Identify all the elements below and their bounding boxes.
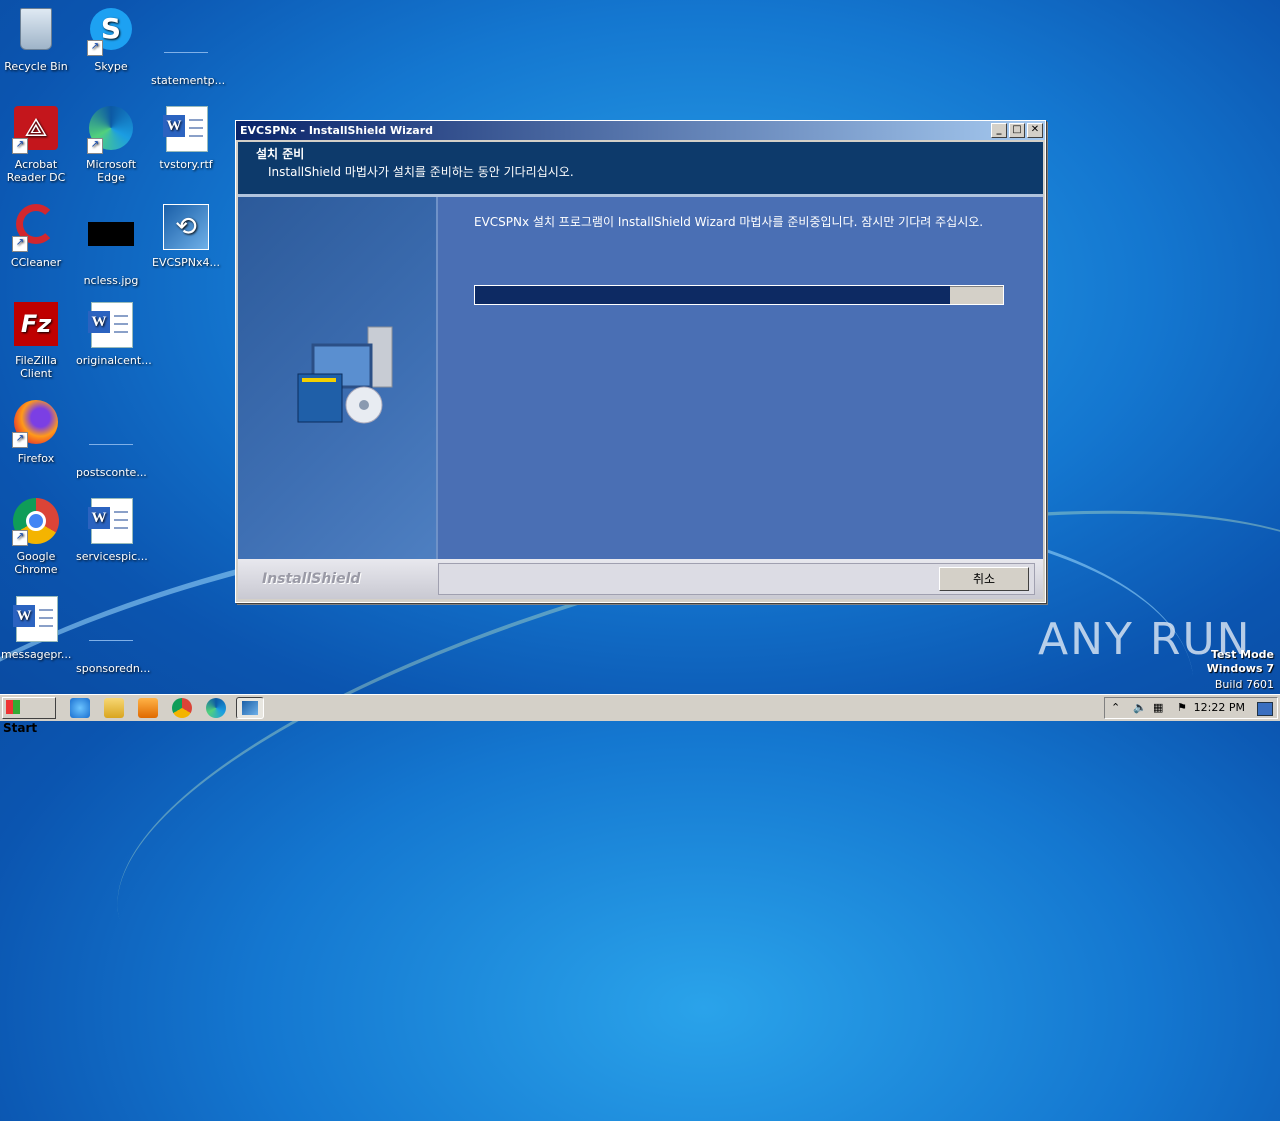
desktop-icon-label: EVCSPNx4... bbox=[152, 256, 220, 269]
media-player-icon[interactable] bbox=[138, 698, 158, 718]
volume-icon[interactable]: 🔈 bbox=[1133, 701, 1147, 714]
desktop-icon-label: CCleaner bbox=[10, 256, 62, 269]
desktop-icon-recycle-bin[interactable]: Recycle Bin bbox=[1, 8, 71, 73]
build-label: Build 7601 bbox=[1214, 678, 1274, 691]
desktop-icon-messagepr[interactable]: messagepr... bbox=[1, 596, 71, 661]
desktop-icon-label: statementp... bbox=[151, 74, 226, 87]
action-center-flag-icon[interactable]: ⚑ bbox=[1177, 701, 1187, 714]
chrome-taskbar-icon[interactable] bbox=[172, 698, 192, 718]
blank-file-icon bbox=[87, 610, 135, 658]
desktop-icon-firefox[interactable]: ↗ Firefox bbox=[1, 400, 71, 465]
show-hidden-icons-icon[interactable]: ⌃ bbox=[1111, 701, 1120, 714]
installer-taskbar-button[interactable] bbox=[236, 697, 264, 719]
close-button[interactable]: ✕ bbox=[1027, 123, 1043, 138]
taskbar: Start ⌃ 🔈 ▦ ⚑ 12:22 PM bbox=[0, 694, 1280, 735]
desktop-icon-servicespic[interactable]: servicespic... bbox=[76, 498, 148, 563]
desktop-icon-statementp[interactable]: statementp... bbox=[151, 8, 226, 87]
desktop-icon-label: sponsoredn... bbox=[76, 662, 151, 675]
desktop-icon-label: messagepr... bbox=[1, 648, 72, 661]
desktop-icon-postsconte[interactable]: postsconte... bbox=[76, 400, 147, 479]
word-doc-icon bbox=[162, 106, 210, 154]
desktop-icon-filezilla[interactable]: Fz FileZilla Client bbox=[1, 302, 71, 380]
edge-icon: ↗ bbox=[87, 106, 135, 154]
windows-version-label: Windows 7 bbox=[1206, 662, 1274, 675]
cancel-button[interactable]: 취소 bbox=[939, 567, 1029, 591]
recycle-bin-icon bbox=[12, 8, 60, 56]
wizard-side-panel bbox=[238, 197, 436, 559]
progress-bar-fill bbox=[475, 286, 951, 304]
start-label: Start bbox=[3, 721, 38, 735]
explorer-icon[interactable] bbox=[104, 698, 124, 718]
wizard-header-title: 설치 준비 bbox=[256, 147, 305, 161]
wizard-header: 설치 준비 InstallShield 마법사가 설치를 준비하는 동안 기다리… bbox=[238, 142, 1043, 194]
desktop-icon-label: Skype bbox=[94, 60, 128, 73]
firefox-icon: ↗ bbox=[12, 400, 60, 448]
progress-bar bbox=[474, 285, 1004, 305]
system-tray: ⌃ 🔈 ▦ ⚑ 12:22 PM bbox=[1104, 697, 1278, 719]
desktop-icon-ccleaner[interactable]: ↗ CCleaner bbox=[1, 204, 71, 269]
desktop-icon-label: tvstory.rtf bbox=[159, 158, 213, 171]
ccleaner-icon: ↗ bbox=[12, 204, 60, 252]
word-doc-icon bbox=[12, 596, 60, 644]
start-button[interactable]: Start bbox=[2, 697, 56, 735]
desktop-icon-skype[interactable]: S ↗ Skype bbox=[76, 8, 146, 73]
installshield-brand: InstallShield bbox=[262, 571, 361, 587]
desktop-icon-evcspnx[interactable]: ⟲ EVCSPNx4... bbox=[151, 204, 221, 269]
wizard-footer: InstallShield 취소 bbox=[238, 559, 1043, 599]
desktop-icon-edge[interactable]: ↗ Microsoft Edge bbox=[76, 106, 146, 184]
desktop-icon-sponsoredn[interactable]: sponsoredn... bbox=[76, 596, 151, 675]
desktop-icon-tvstory[interactable]: tvstory.rtf bbox=[151, 106, 221, 171]
wizard-content: EVCSPNx 설치 프로그램이 InstallShield Wizard 마법… bbox=[438, 197, 1043, 559]
network-icon[interactable]: ▦ bbox=[1153, 701, 1163, 714]
wizard-header-subtitle: InstallShield 마법사가 설치를 준비하는 동안 기다리십시오. bbox=[268, 165, 574, 179]
desktop-icon-label: servicespic... bbox=[76, 550, 148, 563]
word-doc-icon bbox=[87, 498, 135, 546]
ie-icon[interactable] bbox=[70, 698, 90, 718]
desktop-icon-label: originalcent... bbox=[76, 354, 152, 367]
clock[interactable]: 12:22 PM bbox=[1194, 701, 1245, 714]
chrome-icon: ↗ bbox=[12, 498, 60, 546]
wizard-title: EVCSPNx - InstallShield Wizard bbox=[240, 124, 433, 137]
computer-cd-illustration-icon bbox=[297, 326, 393, 424]
maximize-button[interactable]: □ bbox=[1009, 123, 1025, 138]
desktop-icon-label: Recycle Bin bbox=[4, 60, 68, 73]
status-message: EVCSPNx 설치 프로그램이 InstallShield Wizard 마법… bbox=[474, 215, 984, 229]
skype-icon: S ↗ bbox=[87, 8, 135, 56]
desktop-icon-originalcent[interactable]: originalcent... bbox=[76, 302, 152, 367]
minimize-button[interactable]: _ bbox=[991, 123, 1007, 138]
acrobat-icon: ⟁ ↗ bbox=[12, 106, 60, 154]
windows-logo-icon bbox=[6, 700, 20, 714]
show-desktop-icon[interactable] bbox=[1257, 702, 1273, 716]
filezilla-icon: Fz bbox=[12, 302, 60, 350]
word-doc-icon bbox=[87, 302, 135, 350]
blank-file-icon bbox=[87, 414, 135, 462]
installshield-wizard-window: EVCSPNx - InstallShield Wizard _ □ ✕ 설치 … bbox=[235, 120, 1046, 603]
desktop-icon-label: ncless.jpg bbox=[83, 274, 139, 287]
desktop-icon-label: Google Chrome bbox=[14, 550, 58, 576]
wizard-titlebar[interactable]: EVCSPNx - InstallShield Wizard _ □ ✕ bbox=[236, 121, 1045, 140]
installer-icon bbox=[242, 701, 258, 715]
test-mode-label: Test Mode bbox=[1211, 648, 1274, 661]
desktop-icon-acrobat[interactable]: ⟁ ↗ Acrobat Reader DC bbox=[1, 106, 71, 184]
desktop-icon-ncless[interactable]: ncless.jpg bbox=[76, 204, 146, 287]
desktop-icon-label: Firefox bbox=[17, 452, 55, 465]
blank-file-icon bbox=[162, 22, 210, 70]
desktop-icon-label: FileZilla Client bbox=[15, 354, 57, 380]
edge-taskbar-icon[interactable] bbox=[206, 698, 226, 718]
desktop-icon-chrome[interactable]: ↗ Google Chrome bbox=[1, 498, 71, 576]
installer-icon: ⟲ bbox=[162, 204, 210, 252]
desktop-icon-label: Microsoft Edge bbox=[85, 158, 137, 184]
desktop-icon-label: Acrobat Reader DC bbox=[6, 158, 66, 184]
image-file-icon bbox=[87, 222, 135, 270]
desktop-icon-label: postsconte... bbox=[76, 466, 147, 479]
